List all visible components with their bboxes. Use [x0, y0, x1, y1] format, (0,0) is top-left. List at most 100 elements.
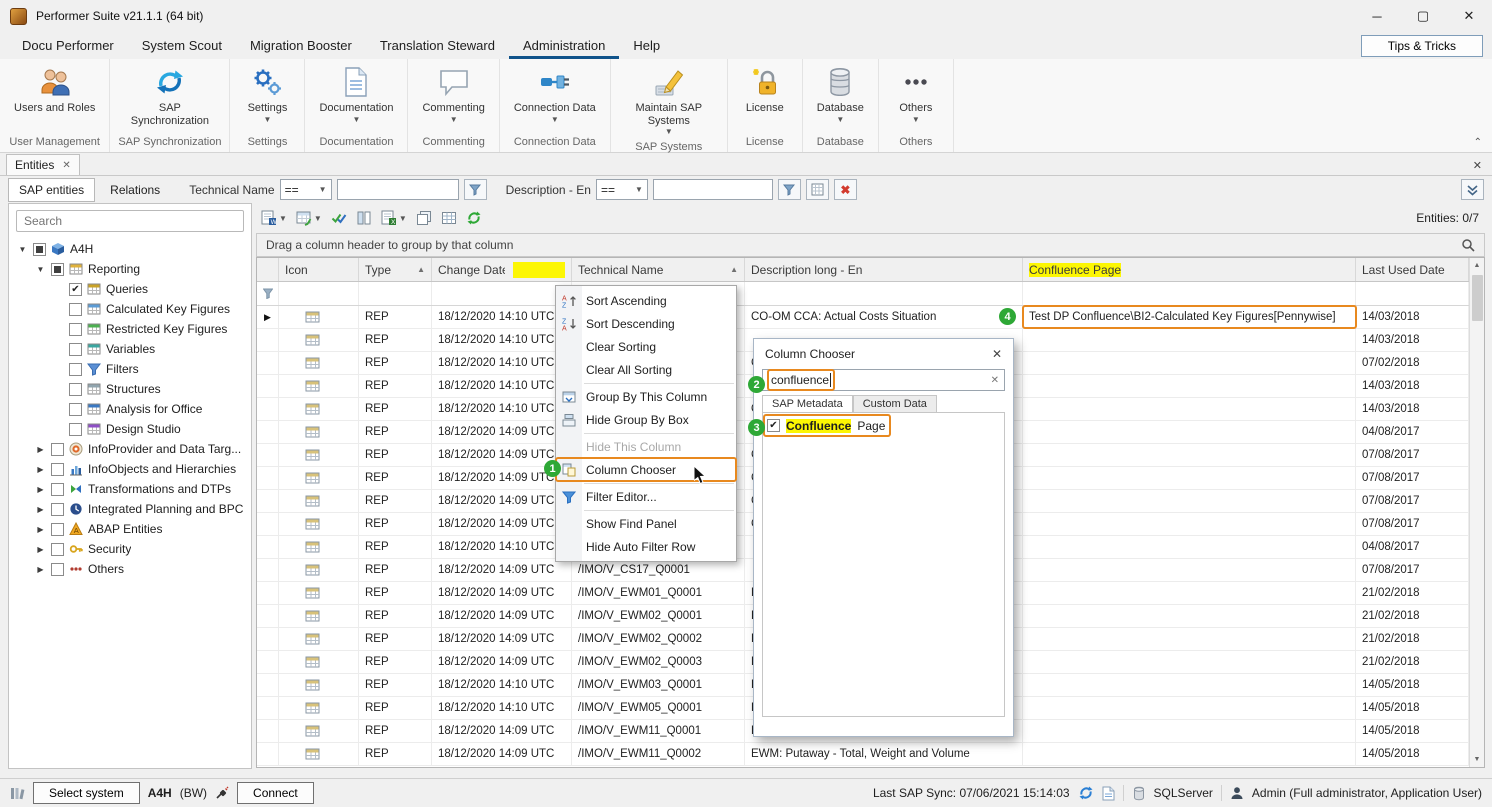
tab-close-icon[interactable]: ✕ [62, 160, 70, 171]
expander-right-icon[interactable]: ▶ [35, 525, 46, 534]
checkbox-unchecked-icon[interactable] [69, 323, 82, 336]
sync-status-icon[interactable] [1078, 785, 1094, 801]
column-header-description-long-en[interactable]: Description long - En [745, 258, 1023, 281]
menu-system-scout[interactable]: System Scout [128, 34, 236, 59]
filter-cell[interactable] [745, 282, 1023, 305]
tab-relations[interactable]: Relations [100, 179, 170, 201]
column-header-item[interactable] [257, 258, 279, 281]
scroll-down-icon[interactable]: ▼ [1470, 752, 1484, 767]
group-by-bar[interactable]: Drag a column header to group by that co… [256, 233, 1485, 257]
expander-right-icon[interactable]: ▶ [35, 545, 46, 554]
checkbox-unchecked-icon[interactable] [51, 503, 64, 516]
description-filter-button[interactable] [778, 179, 801, 200]
checkbox-partial-icon[interactable] [51, 263, 64, 276]
tab-sap-entities[interactable]: SAP entities [8, 178, 95, 202]
refresh-button[interactable] [463, 207, 485, 229]
layout-button[interactable] [438, 207, 460, 229]
expander-right-icon[interactable]: ▶ [35, 565, 46, 574]
tree-item-filters[interactable]: Filters [9, 359, 251, 379]
expander-right-icon[interactable]: ▶ [35, 445, 46, 454]
tree-item-queries[interactable]: ✔Queries [9, 279, 251, 299]
context-menu-item-clear-sorting[interactable]: Clear Sorting [556, 335, 736, 358]
menu-migration-booster[interactable]: Migration Booster [236, 34, 366, 59]
ribbon-button-connection-data[interactable]: Connection Data▼ [508, 62, 602, 133]
columns-button[interactable] [353, 207, 375, 229]
technical-name-operator-select[interactable]: == ▼ [280, 179, 332, 200]
tree-item-restricted-key-figures[interactable]: Restricted Key Figures [9, 319, 251, 339]
checkbox-unchecked-icon[interactable] [51, 443, 64, 456]
ribbon-button-documentation[interactable]: Documentation▼ [313, 62, 399, 133]
filter-row-indicator[interactable] [257, 282, 279, 305]
checkbox-unchecked-icon[interactable] [51, 523, 64, 536]
tree-item-design-studio[interactable]: Design Studio [9, 419, 251, 439]
column-header-type[interactable]: Type▲ [359, 258, 432, 281]
checkbox-checked-icon[interactable]: ✔ [767, 419, 780, 432]
expander-down-icon[interactable]: ▼ [17, 245, 28, 254]
tree-item-security[interactable]: ▶Security [9, 539, 251, 559]
scroll-up-icon[interactable]: ▲ [1470, 258, 1484, 273]
log-document-icon[interactable] [1102, 786, 1115, 801]
ribbon-collapse-icon[interactable]: ⌃ [1474, 137, 1482, 148]
column-header-confluence-page[interactable]: Confluence Page [1023, 258, 1356, 281]
context-menu-item-sort-descending[interactable]: ZASort Descending [556, 312, 736, 335]
tree-item-abap-entities[interactable]: ▶AABAP Entities [9, 519, 251, 539]
checkbox-unchecked-icon[interactable] [51, 543, 64, 556]
minimize-button[interactable]: ─ [1354, 0, 1400, 32]
column-chooser-item-confluence-page[interactable]: ✔Confluence Page [764, 415, 890, 436]
validate-button[interactable] [328, 207, 350, 229]
excel-export-button[interactable]: X▼ [378, 207, 410, 229]
checkbox-unchecked-icon[interactable] [51, 463, 64, 476]
ribbon-button-database[interactable]: Database▼ [811, 62, 870, 133]
checkbox-unchecked-icon[interactable] [51, 563, 64, 576]
filter-cell[interactable] [1356, 282, 1469, 305]
checkbox-checked-icon[interactable]: ✔ [69, 283, 82, 296]
library-icon[interactable] [10, 786, 25, 800]
ribbon-button-license[interactable]: License [736, 62, 794, 133]
filter-cell[interactable] [359, 282, 432, 305]
grid-settings-button[interactable]: ▼ [293, 207, 325, 229]
word-export-button[interactable]: W▼ [258, 207, 290, 229]
ribbon-button-users-and-roles[interactable]: Users and Roles [8, 62, 101, 133]
ribbon-button-sap-synchronization[interactable]: SAP Synchronization [120, 62, 220, 133]
ribbon-button-commenting[interactable]: Commenting▼ [416, 62, 490, 133]
filter-cell[interactable] [279, 282, 359, 305]
menu-help[interactable]: Help [619, 34, 674, 59]
context-menu-item-sort-ascending[interactable]: AZSort Ascending [556, 289, 736, 312]
checkbox-unchecked-icon[interactable] [69, 343, 82, 356]
maximize-button[interactable]: ▢ [1400, 0, 1446, 32]
expander-right-icon[interactable]: ▶ [35, 505, 46, 514]
auto-filter-row[interactable] [257, 282, 1469, 306]
vertical-scrollbar[interactable]: ▲ ▼ [1469, 258, 1484, 767]
tree-search-input[interactable] [16, 210, 244, 232]
checkbox-unchecked-icon[interactable] [69, 303, 82, 316]
dialog-tab-custom-data[interactable]: Custom Data [853, 395, 937, 412]
table-row[interactable]: ▶REP18/12/2020 14:10 UTCCO-OM CCA: Actua… [257, 306, 1469, 329]
tree-item-analysis-for-office[interactable]: Analysis for Office [9, 399, 251, 419]
expand-filters-button[interactable] [1461, 179, 1484, 200]
description-operator-select[interactable]: == ▼ [596, 179, 648, 200]
column-header-icon[interactable]: Icon [279, 258, 359, 281]
checkbox-unchecked-icon[interactable] [69, 423, 82, 436]
tree-item-infoprovider-and-data-targ[interactable]: ▶InfoProvider and Data Targ... [9, 439, 251, 459]
column-header-change-date[interactable]: Change Date [432, 258, 572, 281]
tabbar-close-icon[interactable]: ✕ [1473, 159, 1482, 175]
connect-button[interactable]: Connect [237, 782, 314, 804]
filter-cell[interactable] [1023, 282, 1356, 305]
menu-administration[interactable]: Administration [509, 34, 619, 59]
close-button[interactable]: ✕ [1446, 0, 1492, 32]
checkbox-unchecked-icon[interactable] [69, 383, 82, 396]
filter-editor-button[interactable] [806, 179, 829, 200]
dialog-tab-sap-metadata[interactable]: SAP Metadata [762, 395, 853, 412]
column-header-technical-name[interactable]: Technical Name▲ [572, 258, 745, 281]
expander-right-icon[interactable]: ▶ [35, 465, 46, 474]
context-menu-item-filter-editor[interactable]: Filter Editor... [556, 485, 736, 508]
technical-name-filter-input[interactable] [337, 179, 459, 200]
table-row[interactable]: REP18/12/2020 14:09 UTC/IMO/V_EWM11_Q000… [257, 743, 1469, 766]
tree-item-structures[interactable]: Structures [9, 379, 251, 399]
tree-item-others[interactable]: ▶Others [9, 559, 251, 579]
tree-item-transformations-and-dtps[interactable]: ▶Transformations and DTPs [9, 479, 251, 499]
tree-item-variables[interactable]: Variables [9, 339, 251, 359]
context-menu-item-hide-group-by-box[interactable]: Hide Group By Box [556, 408, 736, 431]
menu-docu-performer[interactable]: Docu Performer [8, 34, 128, 59]
tree-item-infoobjects-and-hierarchies[interactable]: ▶InfoObjects and Hierarchies [9, 459, 251, 479]
